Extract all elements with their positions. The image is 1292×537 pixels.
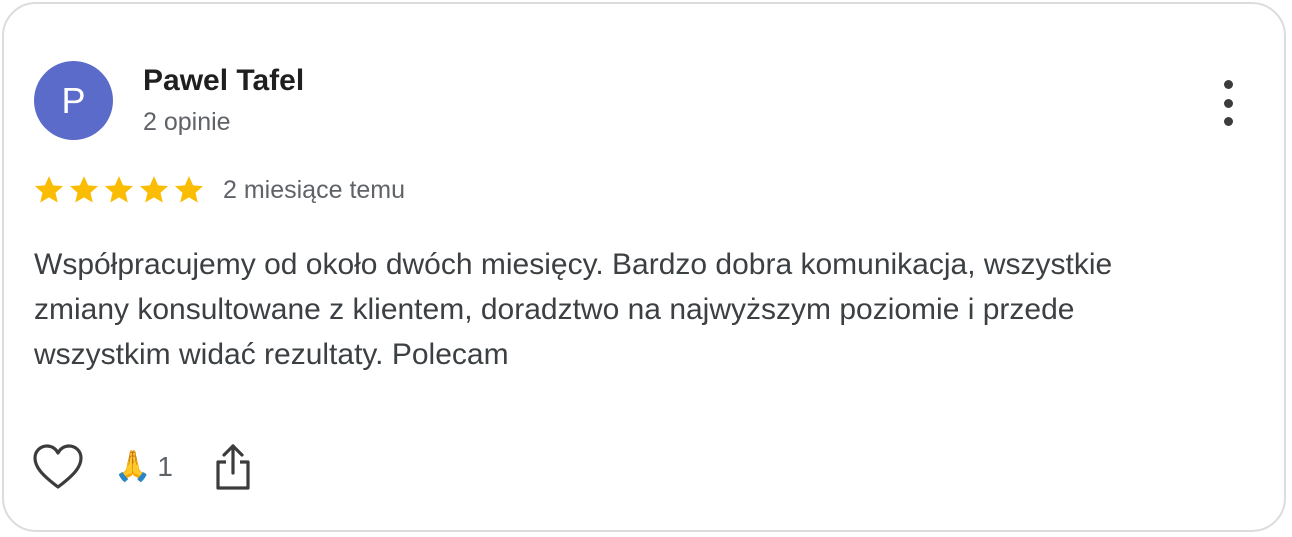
reaction-button[interactable]: 🙏 1 [114, 451, 173, 483]
like-button[interactable] [32, 441, 84, 493]
star-icon [137, 173, 171, 207]
heart-outline-icon [33, 444, 83, 489]
star-rating [32, 172, 206, 208]
share-button[interactable] [211, 441, 255, 493]
share-icon [216, 444, 250, 490]
star-icon [172, 173, 206, 207]
review-timestamp: 2 miesiące temu [223, 176, 406, 204]
star-icon [102, 173, 136, 207]
author-name[interactable]: Pawel Tafel [143, 64, 304, 98]
more-dot [1223, 80, 1233, 89]
star-icon [67, 173, 101, 207]
avatar[interactable]: P [34, 61, 113, 140]
more-options-icon[interactable] [1212, 80, 1244, 126]
avatar-initial: P [61, 79, 86, 121]
pray-emoji-icon: 🙏 [114, 450, 152, 483]
more-dot [1223, 117, 1233, 126]
star-icon [32, 173, 66, 207]
review-actions: 🙏 1 [32, 440, 255, 494]
reaction-count: 1 [157, 451, 173, 482]
review-card: P Pawel Tafel 2 opinie 2 miesiące temu W… [2, 2, 1286, 532]
more-dot [1223, 98, 1233, 108]
review-text: Współpracujemy od około dwóch miesięcy. … [34, 248, 1113, 371]
author-review-count: 2 opinie [143, 108, 231, 136]
